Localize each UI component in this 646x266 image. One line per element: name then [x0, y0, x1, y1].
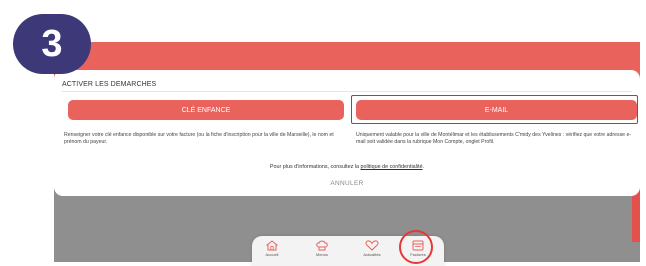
step-number: 3: [41, 22, 63, 65]
nav-item-actualites[interactable]: Actualités: [356, 240, 388, 257]
info-prefix: Pour plus d'informations, consultez la: [269, 164, 361, 170]
chef-hat-icon: [316, 240, 328, 251]
nav-item-menus[interactable]: Menus: [306, 240, 338, 257]
privacy-policy-link[interactable]: politique de confidentialité: [361, 164, 423, 170]
cle-enfance-description: Renseigner votre clé enfance disponible …: [64, 132, 334, 145]
invoice-icon: [412, 240, 424, 251]
nav-label-factures: Factures: [410, 252, 426, 257]
email-description: Uniquement valable pour la ville de Mont…: [356, 132, 632, 145]
activation-modal: ACTIVER LES DEMARCHES CLÉ ENFANCE E-MAIL…: [54, 70, 640, 196]
nav-label-accueil: Accueil: [265, 252, 279, 257]
nav-label-menus: Menus: [315, 252, 328, 257]
modal-title: ACTIVER LES DEMARCHES: [62, 81, 157, 88]
info-text: Pour plus d'informations, consultez la p…: [54, 164, 640, 170]
cancel-button[interactable]: ANNULER: [54, 180, 640, 187]
email-button[interactable]: E-MAIL: [356, 100, 637, 120]
step-badge: 3: [13, 14, 91, 74]
info-suffix: .: [422, 164, 425, 170]
home-icon: [266, 240, 278, 251]
nav-label-actualites: Actualités: [363, 252, 381, 257]
divider: [62, 91, 632, 92]
heart-icon: [365, 240, 379, 251]
nav-item-factures[interactable]: Factures: [402, 240, 434, 257]
nav-item-accueil[interactable]: Accueil: [256, 240, 288, 257]
cle-enfance-button[interactable]: CLÉ ENFANCE: [68, 100, 344, 120]
